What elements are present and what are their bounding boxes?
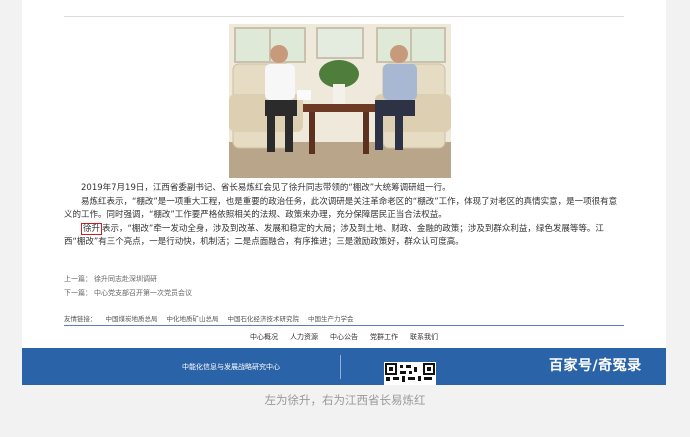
- friend-link[interactable]: 中国石化经济技术研究院: [228, 313, 300, 323]
- footer-nav-contact[interactable]: 联系我们: [410, 332, 438, 342]
- friend-link[interactable]: 中国生产力学会: [308, 313, 354, 323]
- footer-nav-notice[interactable]: 中心公告: [330, 332, 358, 342]
- footer-nav-about[interactable]: 中心概况: [250, 332, 278, 342]
- next-label: 下一篇：: [64, 289, 92, 297]
- top-divider: [64, 16, 624, 17]
- article-body: 2019年7月19日，江西省委副书记、省长易炼红会见了徐升同志带领的“棚改”大统…: [64, 182, 624, 250]
- footer-bar: 中能化信息与发展战略研究中心 百家号/奇冤录: [22, 348, 666, 385]
- prev-label: 上一篇：: [64, 275, 92, 283]
- friend-link[interactable]: 中国煤炭地质总局: [106, 313, 158, 323]
- prev-next-links: 上一篇： 徐升同志赴深圳调研 下一篇： 中心党支部召开第一次党员会议: [64, 272, 192, 300]
- article-page: 2019年7月19日，江西省委副书记、省长易炼红会见了徐升同志带领的“棚改”大统…: [22, 0, 666, 385]
- friend-link[interactable]: 中化地质矿山总局: [167, 313, 219, 323]
- prev-article-link[interactable]: 徐升同志赴深圳调研: [94, 272, 157, 286]
- next-article: 下一篇： 中心党支部召开第一次党员会议: [64, 286, 192, 300]
- footer-bar-divider: [340, 355, 341, 379]
- prev-article: 上一篇： 徐升同志赴深圳调研: [64, 272, 192, 286]
- highlighted-name: 徐升: [81, 222, 103, 235]
- footer-org-title: 中能化信息与发展战略研究中心: [182, 363, 280, 371]
- article-paragraph-3: 徐升 表示，“棚改”牵一发动全身，涉及到改革、发展和稳定的大局；涉及到土地、财政、…: [64, 222, 624, 250]
- footer-nav-party[interactable]: 党群工作: [370, 332, 398, 342]
- friend-links-label: 友情链接：: [64, 315, 97, 323]
- footer-nav: 中心概况 人力资源 中心公告 党群工作 联系我们: [64, 332, 624, 342]
- article-photo: [229, 24, 451, 178]
- qr-code-icon: [384, 362, 436, 385]
- footer-nav-hr[interactable]: 人力资源: [290, 332, 318, 342]
- article-paragraph-2: 易炼红表示，“棚改”是一项重大工程，也是重要的政治任务，此次调研是关注革命老区的…: [64, 196, 618, 221]
- article-paragraph-3-text: 表示，“棚改”牵一发动全身，涉及到改革、发展和稳定的大局；涉及到土地、财政、金融…: [64, 223, 604, 248]
- next-article-link[interactable]: 中心党支部召开第一次党员会议: [94, 286, 192, 300]
- watermark-text: 百家号/奇冤录: [549, 358, 642, 374]
- image-caption: 左为徐升，右为江西省长易炼红: [264, 393, 426, 407]
- article-paragraph-1: 2019年7月19日，江西省委副书记、省长易炼红会见了徐升同志带领的“棚改”大统…: [81, 183, 451, 193]
- friend-links: 友情链接： 中国煤炭地质总局 中化地质矿山总局 中国石化经济技术研究院 中国生产…: [64, 313, 354, 323]
- footer-divider: [64, 325, 624, 326]
